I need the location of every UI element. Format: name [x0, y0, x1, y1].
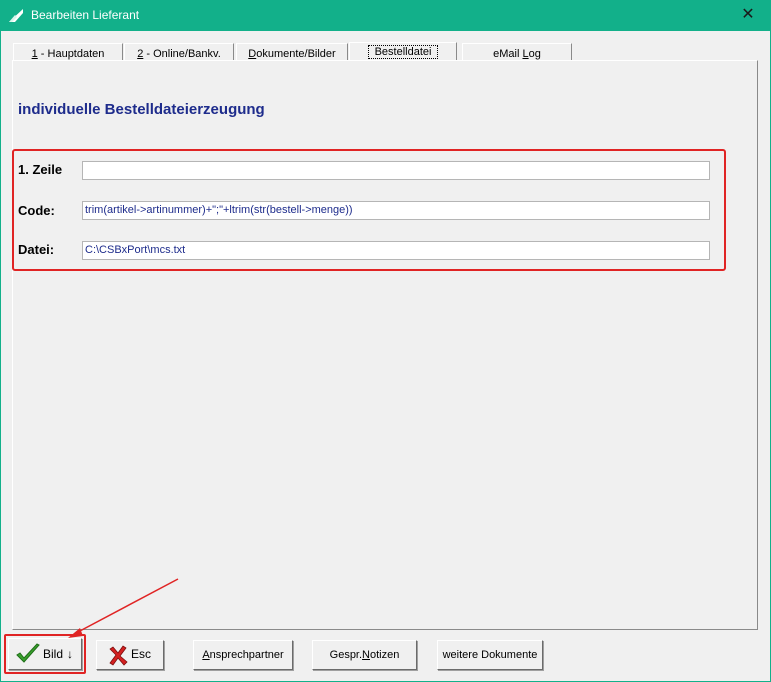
tab-online-bankv[interactable]: 2 - Online/Bankv. — [124, 43, 234, 60]
weitere-dokumente-button[interactable]: weitere Dokumente — [437, 640, 543, 670]
close-icon: ✕ — [741, 6, 755, 23]
app-logo-icon — [9, 9, 23, 22]
title-bar: Bearbeiten Lieferant ✕ — [0, 0, 771, 31]
ansprechpartner-button[interactable]: Ansprechpartner — [193, 640, 293, 670]
tab-bestelldatei[interactable]: Bestelldatei — [349, 42, 457, 61]
tab-hauptdaten[interactable]: 1 - Hauptdaten — [13, 43, 123, 60]
tab-panel — [12, 60, 758, 630]
red-x-icon — [109, 645, 128, 666]
close-button[interactable]: ✕ — [725, 0, 771, 31]
arrow-down-icon: ↓ — [67, 647, 73, 661]
gespr-notizen-button[interactable]: Gespr.Notizen — [312, 640, 417, 670]
tab-dokumente-bilder[interactable]: Dokumente/Bilder — [236, 43, 348, 60]
esc-button[interactable]: Esc — [96, 640, 164, 670]
fields-highlight-box — [12, 149, 726, 271]
bild-button[interactable]: Bild ↓ — [8, 638, 82, 670]
window-title: Bearbeiten Lieferant — [31, 8, 140, 22]
tab-email-log[interactable]: eMail Log — [462, 43, 572, 60]
panel-heading: individuelle Bestelldateierzeugung — [18, 101, 265, 118]
checkmark-icon — [16, 643, 40, 663]
